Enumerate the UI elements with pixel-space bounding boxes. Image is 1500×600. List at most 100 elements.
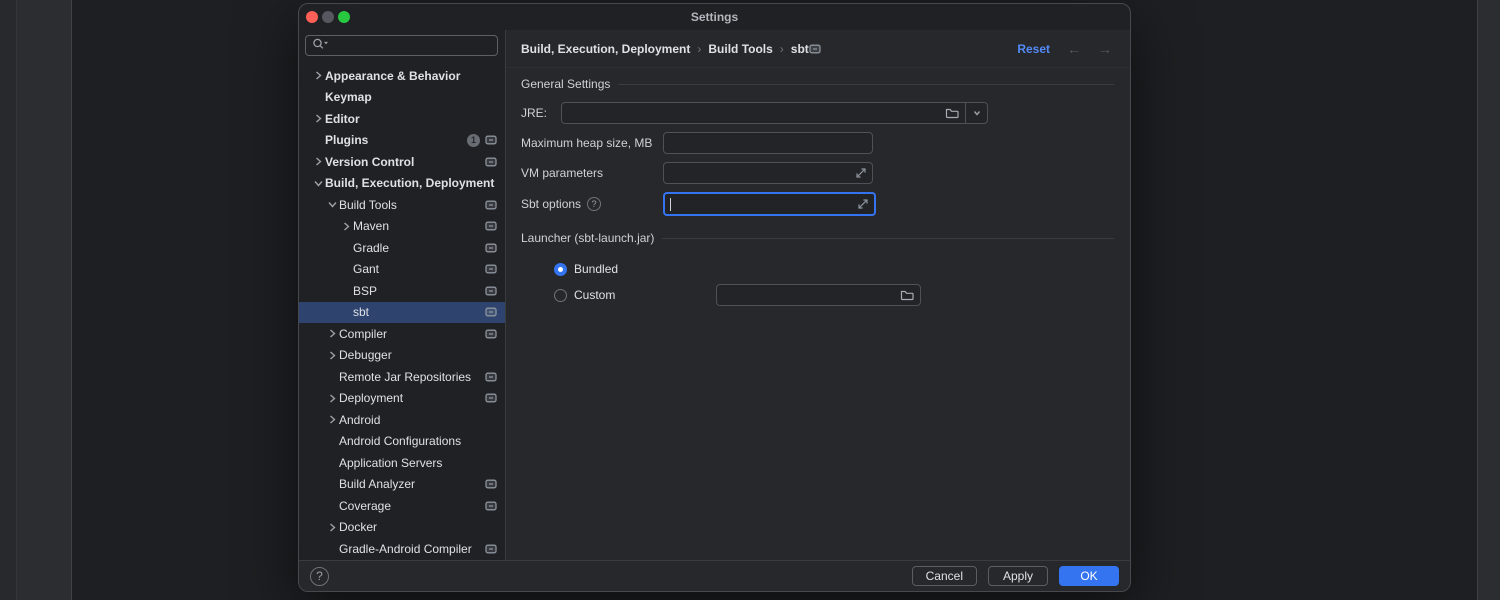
sidebar-item-label: Application Servers [339,456,442,470]
help-icon[interactable]: ? [587,197,601,211]
bundled-radio-row[interactable]: Bundled [521,256,1114,282]
chevron-placeholder [325,478,339,490]
jre-input[interactable] [562,103,945,123]
custom-radio-row[interactable]: Custom [521,282,1114,308]
sidebar-item-compiler[interactable]: Compiler [299,323,505,345]
vm-parameters-input[interactable] [664,163,872,183]
heap-size-field[interactable] [663,132,873,154]
sidebar-item-gant[interactable]: Gant [299,259,505,281]
sidebar-item-label: Coverage [339,499,391,513]
sidebar-item-label: Compiler [339,327,387,341]
ok-button[interactable]: OK [1059,566,1119,586]
close-window-button[interactable] [306,11,318,23]
sidebar-item-gradle-android-compiler[interactable]: Gradle-Android Compiler [299,538,505,560]
chevron-collapsed-icon[interactable] [325,349,339,361]
chevron-collapsed-icon[interactable] [311,70,325,82]
jre-label: JRE: [521,106,561,120]
sidebar-item-sbt[interactable]: sbt [299,302,505,324]
sidebar-item-deployment[interactable]: Deployment [299,388,505,410]
sidebar-item-coverage[interactable]: Coverage [299,495,505,517]
section-title: Launcher (sbt-launch.jar) [521,231,654,245]
zoom-window-button[interactable] [338,11,350,23]
settings-search-field[interactable] [305,35,498,56]
sbt-options-label: Sbt options ? [521,197,663,211]
expand-field-icon[interactable] [855,167,867,179]
chevron-collapsed-icon[interactable] [325,328,339,340]
sbt-options-input[interactable] [671,194,874,214]
monitor-icon [485,372,497,382]
sidebar-item-build-execution-deployment[interactable]: Build, Execution, Deployment [299,173,505,195]
sidebar-item-bsp[interactable]: BSP [299,280,505,302]
sbt-settings-content: General Settings JRE: Maximum heap size,… [506,77,1130,308]
folder-icon[interactable] [900,289,914,301]
sidebar-item-version-control[interactable]: Version Control [299,151,505,173]
jre-row: JRE: [521,102,1114,124]
heap-size-row: Maximum heap size, MB [521,132,1114,154]
chevron-collapsed-icon[interactable] [311,156,325,168]
chevron-collapsed-icon[interactable] [339,220,353,232]
settings-dialog: Settings Appearance & BehaviorKeymap Edit… [298,3,1131,592]
sidebar-item-appearance-behavior[interactable]: Appearance & Behavior [299,65,505,87]
bundled-radio[interactable] [554,263,567,276]
vm-parameters-field[interactable] [663,162,873,184]
chevron-expanded-icon[interactable] [311,177,325,189]
dialog-footer: ? Cancel Apply OK [299,560,1130,591]
breadcrumb-item-build-tools[interactable]: Build Tools [708,42,772,56]
folder-icon[interactable] [945,107,959,119]
monitor-icon [485,286,497,296]
chevron-collapsed-icon[interactable] [311,113,325,125]
custom-launcher-path-field[interactable] [716,284,921,306]
sidebar-item-build-tools[interactable]: Build Tools [299,194,505,216]
sidebar-item-gradle[interactable]: Gradle [299,237,505,259]
dialog-title: Settings [299,4,1130,30]
sidebar-item-label: Editor [325,112,360,126]
sidebar-item-docker[interactable]: Docker [299,517,505,539]
custom-radio[interactable] [554,289,567,302]
sidebar-item-android[interactable]: Android [299,409,505,431]
settings-tree: Appearance & BehaviorKeymap Editor Plugins… [299,65,505,560]
chevron-collapsed-icon[interactable] [325,392,339,404]
chevron-expanded-icon[interactable] [325,199,339,211]
sidebar-item-build-analyzer[interactable]: Build Analyzer [299,474,505,496]
section-rule [662,238,1114,239]
chevron-down-icon[interactable] [965,103,987,123]
apply-button[interactable]: Apply [988,566,1048,586]
sidebar-item-maven[interactable]: Maven [299,216,505,238]
chevron-placeholder [339,306,353,318]
sidebar-item-android-configurations[interactable]: Android Configurations [299,431,505,453]
chevron-collapsed-icon[interactable] [325,521,339,533]
breadcrumb-item-build-execution-deployment[interactable]: Build, Execution, Deployment [521,42,690,56]
sidebar-item-remote-jar-repositories[interactable]: Remote Jar Repositories [299,366,505,388]
forward-arrow-button[interactable]: → [1098,42,1112,56]
reset-link[interactable]: Reset [1017,42,1050,56]
chevron-placeholder [339,242,353,254]
help-button[interactable]: ? [310,567,329,586]
vm-parameters-label: VM parameters [521,166,663,180]
settings-header: Build, Execution, Deployment›Build Tools… [506,30,1130,68]
search-input[interactable] [333,39,491,53]
chevron-placeholder [325,435,339,447]
custom-launcher-path-input[interactable] [717,285,900,305]
monitor-icon [485,307,497,317]
minimize-window-button[interactable] [322,11,334,23]
sidebar-item-label: BSP [353,284,377,298]
sidebar-item-editor[interactable]: Editor [299,108,505,130]
monitor-icon [485,157,497,167]
chevron-collapsed-icon[interactable] [325,414,339,426]
back-arrow-button[interactable]: ← [1067,42,1081,56]
breadcrumb-item-sbt[interactable]: sbt [791,42,809,56]
sidebar-item-application-servers[interactable]: Application Servers [299,452,505,474]
chevron-placeholder [325,500,339,512]
settings-sidebar: Appearance & BehaviorKeymap Editor Plugins… [299,30,506,560]
sbt-options-field-focused[interactable] [663,192,876,216]
expand-field-icon[interactable] [857,198,869,210]
sidebar-item-label: sbt [353,305,369,319]
plugins-count-badge: 1 [467,134,480,147]
sidebar-item-keymap[interactable]: Keymap [299,87,505,109]
sidebar-item-label: Deployment [339,391,403,405]
sidebar-item-plugins[interactable]: Plugins1 [299,130,505,152]
jre-combobox[interactable] [561,102,988,124]
heap-size-input[interactable] [664,133,872,153]
cancel-button[interactable]: Cancel [912,566,977,586]
sidebar-item-debugger[interactable]: Debugger [299,345,505,367]
